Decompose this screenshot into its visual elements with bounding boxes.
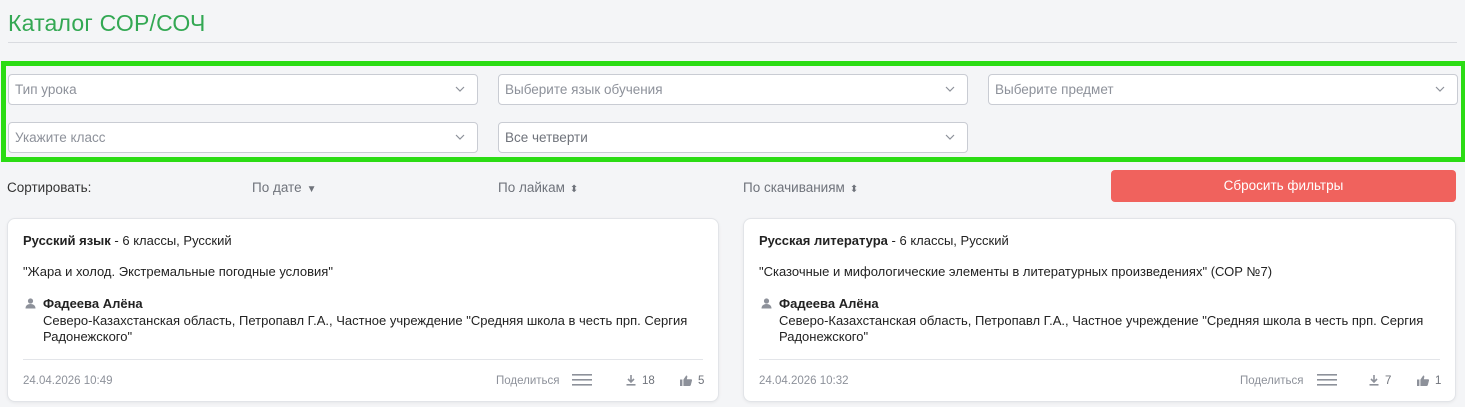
card-title[interactable]: "Сказочные и мифологические элементы в л… — [759, 264, 1272, 279]
sort-by-downloads-label: По скачиваниям — [743, 180, 845, 195]
menu-icon[interactable] — [1317, 373, 1337, 392]
language-placeholder: Выберите язык обучения — [505, 82, 663, 97]
like-button[interactable]: 5 — [680, 375, 704, 389]
card-date: 24.04.2026 10:49 — [23, 375, 113, 387]
like-count-value: 5 — [698, 375, 705, 387]
share-link[interactable]: Поделиться — [1240, 375, 1304, 387]
card-date: 24.04.2026 10:32 — [759, 375, 849, 387]
sort-by-date-label: По дате — [252, 180, 302, 195]
download-count[interactable]: 18 — [626, 375, 655, 389]
quarter-value: Все четверти — [505, 130, 588, 145]
material-card[interactable]: Русская литература - 6 классы, Русский "… — [743, 218, 1456, 402]
chevron-down-icon — [1435, 75, 1447, 104]
sort-by-downloads[interactable]: По скачиваниям ⬍ — [743, 180, 858, 195]
menu-icon[interactable] — [572, 373, 592, 392]
chevron-down-icon — [945, 75, 957, 104]
card-organization: Северо-Казахстанская область, Петропавл … — [779, 313, 1424, 344]
lesson-type-placeholder: Тип урока — [15, 82, 77, 97]
material-card[interactable]: Русский язык - 6 классы, Русский "Жара и… — [7, 218, 719, 402]
chevron-down-icon — [945, 123, 957, 152]
like-count-value: 1 — [1435, 375, 1442, 387]
user-icon — [25, 296, 36, 314]
download-count-value: 7 — [1385, 375, 1392, 387]
card-divider — [23, 359, 703, 360]
filters-panel: Тип урока Выберите язык обучения Выберит… — [1, 61, 1465, 162]
card-organization: Северо-Казахстанская область, Петропавл … — [43, 313, 688, 344]
thumbs-up-icon — [680, 375, 693, 389]
card-meta: - 6 классы, Русский — [887, 233, 1009, 248]
subject-placeholder: Выберите предмет — [995, 82, 1114, 97]
title-divider — [8, 42, 1457, 43]
card-author[interactable]: Фадеева Алёна — [43, 296, 143, 311]
chevron-down-icon — [455, 75, 467, 104]
page-title: Каталог СОР/СОЧ — [8, 10, 206, 36]
grade-placeholder: Укажите класс — [15, 130, 106, 145]
card-author[interactable]: Фадеева Алёна — [779, 296, 879, 311]
sort-toggle-icon: ⬍ — [849, 184, 859, 195]
user-icon — [761, 296, 772, 314]
language-select[interactable]: Выберите язык обучения — [498, 74, 968, 105]
card-divider — [759, 359, 1440, 360]
sort-toggle-icon: ⬍ — [569, 184, 579, 195]
chevron-down-icon — [455, 123, 467, 152]
sort-label: Сортировать: — [7, 180, 92, 195]
lesson-type-select[interactable]: Тип урока — [8, 74, 478, 105]
subject-select[interactable]: Выберите предмет — [988, 74, 1458, 105]
thumbs-up-icon — [1417, 375, 1430, 389]
grade-select[interactable]: Укажите класс — [8, 122, 478, 153]
sort-by-likes[interactable]: По лайкам ⬍ — [498, 180, 578, 195]
sort-bar: Сортировать: По дате ▼ По лайкам ⬍ По скач… — [0, 170, 1465, 202]
download-icon — [1369, 375, 1379, 389]
like-button[interactable]: 1 — [1417, 375, 1441, 389]
quarter-select[interactable]: Все четверти — [498, 122, 968, 153]
card-subject: Русский язык — [23, 233, 111, 248]
download-icon — [626, 375, 636, 389]
card-meta: - 6 классы, Русский — [110, 233, 232, 248]
download-count-value: 18 — [642, 375, 655, 387]
reset-filters-button[interactable]: Сбросить фильтры — [1111, 170, 1456, 202]
card-subject-line: Русский язык - 6 классы, Русский — [23, 233, 232, 248]
card-title[interactable]: "Жара и холод. Экстремальные погодные ус… — [23, 264, 333, 279]
share-link[interactable]: Поделиться — [496, 375, 560, 387]
card-subject-line: Русская литература - 6 классы, Русский — [759, 233, 1009, 248]
card-subject: Русская литература — [759, 233, 888, 248]
sort-by-likes-label: По лайкам — [498, 180, 565, 195]
sort-by-date[interactable]: По дате ▼ — [252, 180, 317, 195]
download-count[interactable]: 7 — [1369, 375, 1391, 389]
sort-desc-icon: ▼ — [306, 184, 317, 195]
